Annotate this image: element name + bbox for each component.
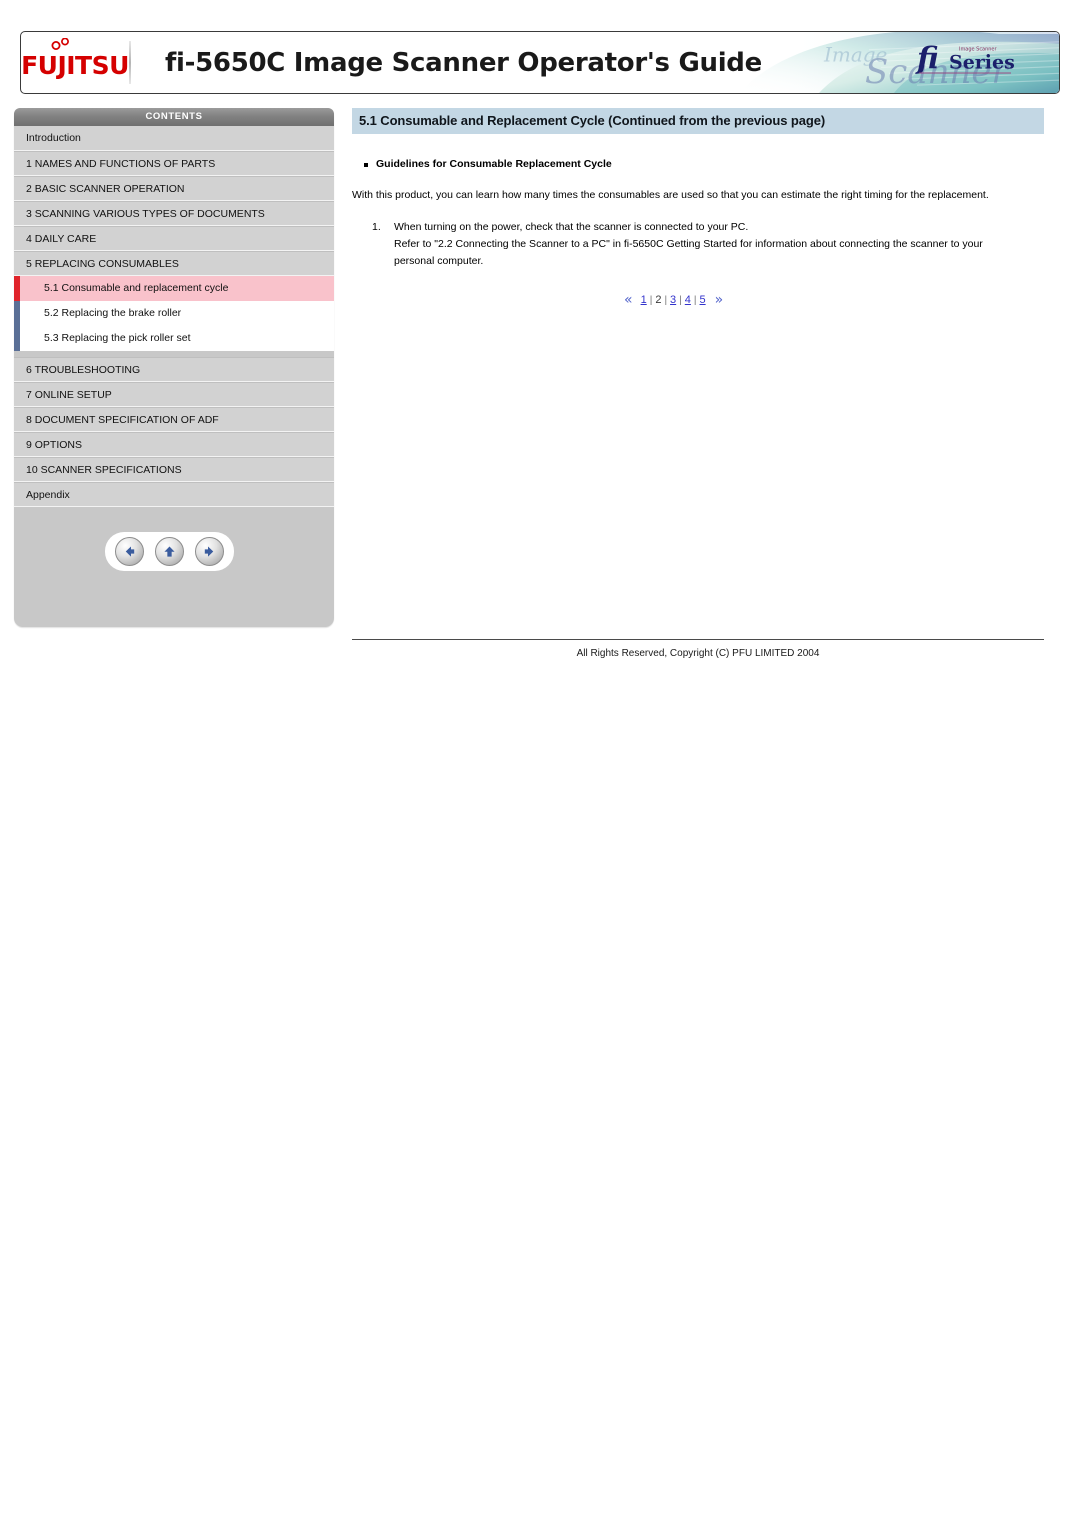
pager-page-link-5[interactable]: 5 [698,294,708,306]
sidebar-item-label: 6 TROUBLESHOOTING [26,364,141,376]
fujitsu-infinity-mark [51,38,70,50]
intro-paragraph: With this product, you can learn how man… [352,189,989,201]
steps-list: 1. When turning on the power, check that … [352,219,1044,270]
back-arrow-button[interactable] [115,537,144,566]
pager-current-page: 2 [655,294,662,307]
sidebar-item-label: 1 NAMES AND FUNCTIONS OF PARTS [26,158,216,170]
forward-arrow-button[interactable] [195,537,224,566]
navigation-arrow-pad [105,532,234,571]
step-line1: When turning on the power, check that th… [394,221,749,234]
sidebar-item-8-document-specification-of-adf[interactable]: 8 DOCUMENT SPECIFICATION OF ADF [14,407,334,432]
sidebar-item-label: 5.3 Replacing the pick roller set [44,332,191,344]
sidebar-item-label: Introduction [26,132,81,144]
contents-header: CONTENTS [14,108,334,126]
guidelines-heading-text: Guidelines for Consumable Replacement Cy… [376,158,612,170]
step-number: 1. [372,221,381,234]
up-arrow-button[interactable] [155,537,184,566]
contents-sidebar: CONTENTS Introduction 1 NAMES AND FUNCTIO… [14,108,334,627]
arrow-up-icon [164,546,175,557]
guidelines-heading: Guidelines for Consumable Replacement Cy… [352,158,1044,170]
step-line2: Refer to "2.2 Connecting the Scanner to … [394,238,983,251]
prev-page-button[interactable]: « [624,292,633,308]
sidebar-item-appendix[interactable]: Appendix [14,482,334,507]
sidebar-item-label: 7 ONLINE SETUP [26,389,112,401]
pager-separator: | [693,295,697,307]
pager-page-links: 1 | 2 | 3 | 4 | 5 [639,294,708,306]
arrow-right-icon [204,546,214,557]
sidebar-item-label: 4 DAILY CARE [26,233,97,245]
sidebar-item-9-options[interactable]: 9 OPTIONS [14,432,334,457]
sidebar-item-label: 3 SCANNING VARIOUS TYPES OF DOCUMENTS [26,208,265,220]
sidebar-item-3-scanning-various-types-of-documents[interactable]: 3 SCANNING VARIOUS TYPES OF DOCUMENTS [14,201,334,226]
document-header: FUJITSU fi-5650C Image Scanner Operator'… [20,31,1060,94]
sidebar-item-label: 5.2 Replacing the brake roller [44,307,182,319]
main-content: 5.1 Consumable and Replacement Cycle (Co… [352,108,1044,308]
pager-page-link-4[interactable]: 4 [683,294,693,306]
sidebar-item-10-scanner-specifications[interactable]: 10 SCANNER SPECIFICATIONS [14,457,334,482]
step-line3: personal computer. [394,255,484,268]
sidebar-item-5-2-replacing-the-brake-roller[interactable]: 5.2 Replacing the brake roller [14,301,334,326]
sidebar-item-4-daily-care[interactable]: 4 DAILY CARE [14,226,334,251]
sidebar-item-5-1-consumable-and-replacement-cycle[interactable]: 5.1 Consumable and replacement cycle [14,276,334,301]
footer-divider [352,639,1044,640]
pager-page-link-3[interactable]: 3 [668,294,678,306]
sidebar-item-label: 9 OPTIONS [26,439,83,451]
sidebar-item-introduction[interactable]: Introduction [14,126,334,151]
sidebar-item-label: 5 REPLACING CONSUMABLES [26,258,179,270]
sidebar-item-5-replacing-consumables[interactable]: 5 REPLACING CONSUMABLES [14,251,334,276]
sidebar-item-2-basic-scanner-operation[interactable]: 2 BASIC SCANNER OPERATION [14,176,334,201]
sidebar-nav-list: Introduction 1 NAMES AND FUNCTIONS OF PAR… [14,126,334,507]
page-title: fi-5650C Image Scanner Operator's Guide [165,47,762,78]
sidebar-item-label: 5.1 Consumable and replacement cycle [44,282,229,294]
sidebar-item-7-online-setup[interactable]: 7 ONLINE SETUP [14,382,334,407]
sidebar-item-5-3-replacing-the-pick-roller-set[interactable]: 5.3 Replacing the pick roller set [14,326,334,351]
sidebar-item-label: 8 DOCUMENT SPECIFICATION OF ADF [26,414,219,426]
page-pagination: « 1 | 2 | 3 | 4 | 5 » [352,292,1044,308]
fujitsu-wordmark: FUJITSU [21,51,129,80]
fujitsu-logo: FUJITSU [21,32,129,93]
next-page-button[interactable]: » [715,292,724,308]
step-item: 1. When turning on the power, check that … [352,219,1044,270]
sidebar-item-1-names-and-functions-of-parts[interactable]: 1 NAMES AND FUNCTIONS OF PARTS [14,151,334,176]
sidebar-item-label: 2 BASIC SCANNER OPERATION [26,183,185,195]
arrow-left-icon [125,546,135,557]
bullet-icon [364,163,368,167]
section-title-bar: 5.1 Consumable and Replacement Cycle (Co… [352,108,1044,134]
sidebar-item-6-troubleshooting[interactable]: 6 TROUBLESHOOTING [14,357,334,382]
pager-page-link-1[interactable]: 1 [639,294,649,306]
sidebar-item-label: Appendix [26,489,70,501]
sidebar-item-label: 10 SCANNER SPECIFICATIONS [26,464,182,476]
footer-copyright: All Rights Reserved, Copyright (C) PFU L… [576,648,820,659]
